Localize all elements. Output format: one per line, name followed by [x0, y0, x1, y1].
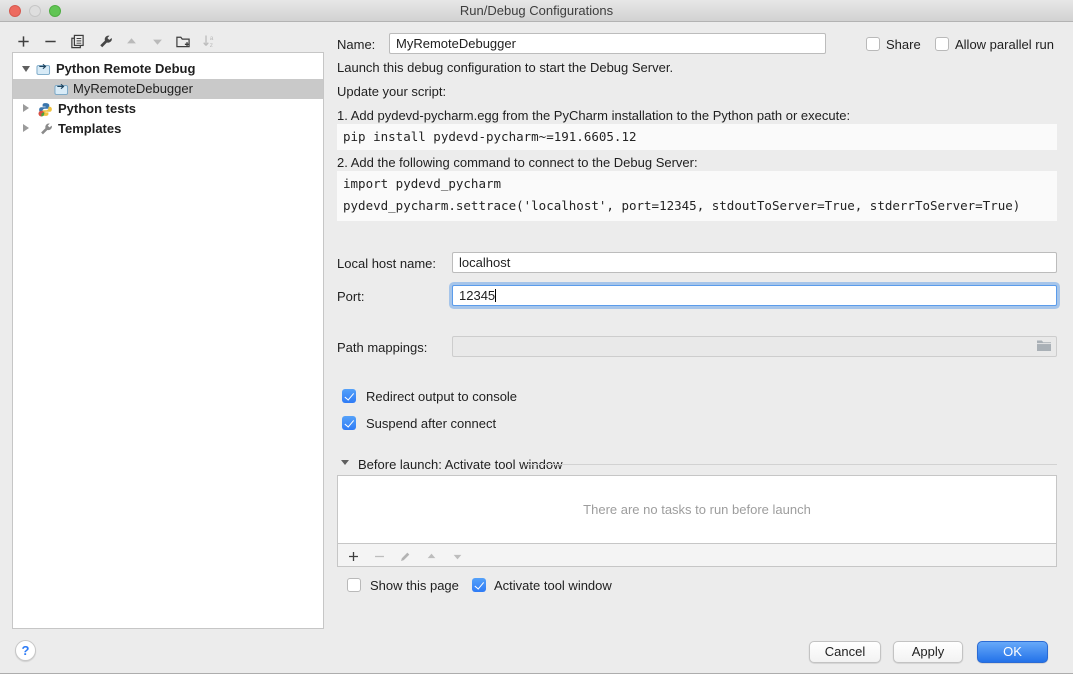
add-configuration-button[interactable] — [12, 30, 34, 52]
tree-item-label: MyRemoteDebugger — [73, 81, 193, 96]
svg-text:z: z — [210, 42, 213, 49]
move-up-icon — [124, 34, 139, 49]
local-host-label: Local host name: — [337, 256, 436, 271]
instruction-update: Update your script: — [337, 84, 446, 99]
ok-button[interactable]: OK — [977, 641, 1048, 663]
run-debug-configurations-dialog: Run/Debug Configurations az Python Remot… — [0, 0, 1073, 674]
remote-debug-icon — [54, 82, 69, 99]
remove-icon — [373, 550, 386, 563]
add-icon — [347, 550, 360, 563]
move-task-down-button — [446, 545, 468, 567]
tree-item-python-tests[interactable]: Python tests — [13, 99, 323, 119]
chevron-right-icon[interactable] — [23, 124, 29, 132]
remove-task-button — [368, 545, 390, 567]
new-folder-button[interactable] — [172, 30, 194, 52]
configurations-tree: Python Remote Debug MyRemoteDebugger Pyt… — [12, 52, 324, 629]
edit-task-button — [394, 545, 416, 567]
chevron-down-icon[interactable] — [22, 66, 30, 72]
tree-item-label: Python Remote Debug — [56, 61, 195, 76]
redirect-output-label: Redirect output to console — [366, 389, 517, 404]
before-launch-task-list: There are no tasks to run before launch — [337, 475, 1057, 567]
instruction-intro: Launch this debug configuration to start… — [337, 60, 673, 75]
add-icon — [16, 34, 31, 49]
window-title: Run/Debug Configurations — [0, 0, 1073, 22]
instruction-step2: 2. Add the following command to connect … — [337, 155, 698, 170]
python-tests-icon — [38, 102, 53, 120]
tree-item-label: Python tests — [58, 101, 136, 116]
move-down-icon — [150, 34, 165, 49]
code-settrace-line: pydevd_pycharm.settrace('localhost', por… — [343, 198, 1020, 213]
move-down-button — [146, 30, 168, 52]
sort-configurations-button: az — [198, 30, 220, 52]
code-import-line: import pydevd_pycharm — [343, 176, 501, 191]
text-cursor — [495, 289, 496, 302]
tree-item-myremotedebugger[interactable]: MyRemoteDebugger — [13, 79, 323, 99]
browse-folder-icon[interactable] — [1036, 339, 1052, 355]
suspend-after-connect-checkbox[interactable] — [342, 416, 356, 430]
activate-tool-window-label: Activate tool window — [494, 578, 612, 593]
move-up-icon — [425, 550, 438, 563]
help-button[interactable]: ? — [15, 640, 36, 661]
apply-button[interactable]: Apply — [893, 641, 963, 663]
cancel-button[interactable]: Cancel — [809, 641, 881, 663]
redirect-output-checkbox[interactable] — [342, 389, 356, 403]
name-label: Name: — [337, 37, 375, 52]
remote-debug-icon — [36, 62, 51, 79]
show-this-page-label: Show this page — [370, 578, 459, 593]
instruction-step1: 1. Add pydevd-pycharm.egg from the PyCha… — [337, 108, 850, 123]
copy-icon — [70, 34, 85, 49]
activate-tool-window-checkbox[interactable] — [472, 578, 486, 592]
port-label: Port: — [337, 289, 364, 304]
path-mappings-input[interactable] — [452, 336, 1057, 357]
svg-text:a: a — [210, 35, 214, 42]
task-list-toolbar — [338, 543, 1056, 566]
settrace-code: import pydevd_pycharm pydevd_pycharm.set… — [337, 171, 1057, 221]
allow-parallel-run-checkbox[interactable] — [935, 37, 949, 51]
add-task-button[interactable] — [342, 545, 364, 567]
section-divider — [525, 464, 1057, 465]
before-launch-collapse-icon[interactable] — [341, 460, 349, 465]
path-mappings-label: Path mappings: — [337, 340, 427, 355]
copy-configuration-button[interactable] — [66, 30, 88, 52]
empty-task-message: There are no tasks to run before launch — [338, 476, 1056, 543]
move-up-button — [120, 30, 142, 52]
show-this-page-checkbox[interactable] — [347, 578, 361, 592]
edit-defaults-button[interactable] — [94, 30, 116, 52]
tree-item-label: Templates — [58, 121, 121, 136]
wrench-icon — [39, 122, 53, 139]
wrench-icon — [98, 34, 113, 49]
move-task-up-button — [420, 545, 442, 567]
suspend-after-connect-label: Suspend after connect — [366, 416, 496, 431]
allow-parallel-run-label: Allow parallel run — [955, 37, 1054, 52]
remove-icon — [43, 34, 58, 49]
edit-icon — [399, 550, 412, 563]
sort-icon: az — [201, 33, 217, 49]
chevron-right-icon[interactable] — [23, 104, 29, 112]
new-folder-icon — [175, 34, 191, 49]
pip-install-code: pip install pydevd-pycharm~=191.6605.12 — [337, 124, 1057, 150]
tree-item-templates[interactable]: Templates — [13, 119, 323, 139]
title-bar: Run/Debug Configurations — [0, 0, 1073, 22]
name-input[interactable] — [389, 33, 826, 54]
port-input[interactable]: 12345 — [452, 285, 1057, 306]
tree-item-python-remote-debug[interactable]: Python Remote Debug — [13, 59, 323, 79]
remove-configuration-button[interactable] — [39, 30, 61, 52]
port-value: 12345 — [459, 288, 495, 303]
share-label: Share — [886, 37, 921, 52]
move-down-icon — [451, 550, 464, 563]
share-checkbox[interactable] — [866, 37, 880, 51]
local-host-input[interactable] — [452, 252, 1057, 273]
